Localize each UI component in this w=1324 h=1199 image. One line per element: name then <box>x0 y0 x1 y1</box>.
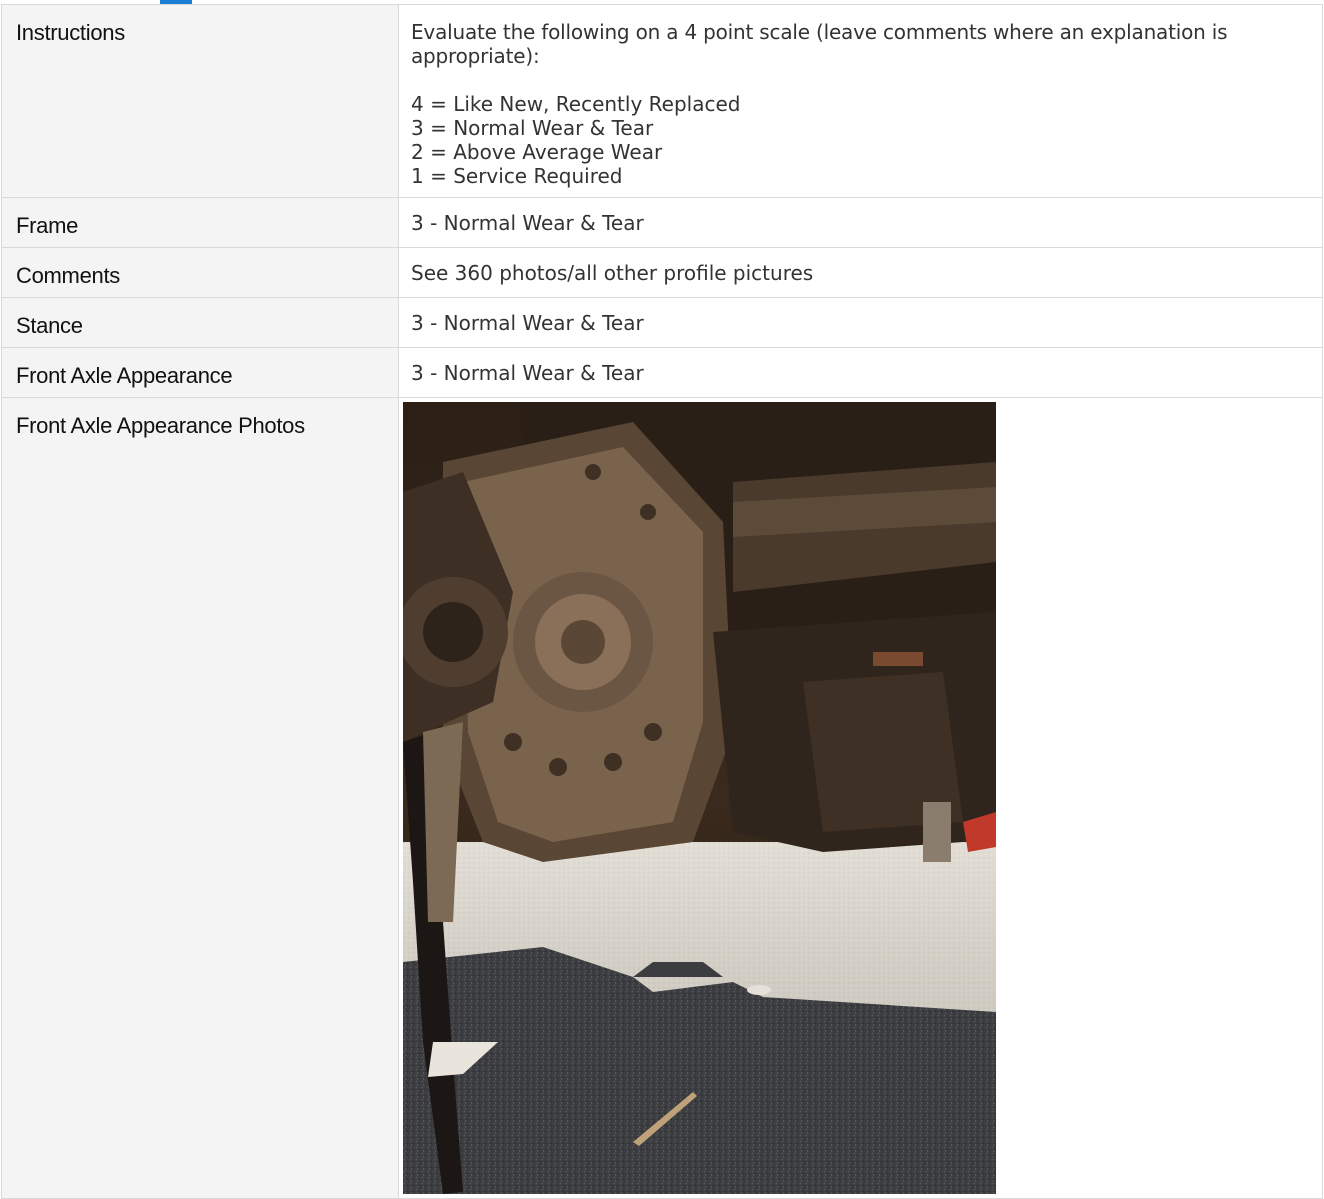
value-cell: 3 - Normal Wear & Tear <box>398 297 1323 348</box>
row-value-comments: See 360 photos/all other profile picture… <box>411 261 814 285</box>
label-cell: Stance <box>1 297 399 348</box>
table-row-front-axle-appearance: Front Axle Appearance 3 - Normal Wear & … <box>1 347 1323 398</box>
value-cell: See 360 photos/all other profile picture… <box>398 247 1323 298</box>
value-cell: 3 - Normal Wear & Tear <box>398 197 1323 248</box>
scale-item-4: 4 = Like New, Recently Replaced <box>411 92 741 116</box>
row-value-stance: 3 - Normal Wear & Tear <box>411 311 644 335</box>
table-row-comments: Comments See 360 photos/all other profil… <box>1 247 1323 298</box>
row-label-instructions: Instructions <box>16 20 125 45</box>
value-cell: Evaluate the following on a 4 point scal… <box>398 4 1323 198</box>
value-cell <box>398 397 1323 1199</box>
row-label-frame: Frame <box>16 213 79 238</box>
scale-item-1: 1 = Service Required <box>411 164 623 188</box>
row-label-stance: Stance <box>16 313 83 338</box>
inspection-table: Instructions Evaluate the following on a… <box>1 4 1323 1199</box>
table-row-stance: Stance 3 - Normal Wear & Tear <box>1 297 1323 348</box>
front-axle-photo-image <box>403 402 996 1194</box>
label-cell: Front Axle Appearance Photos <box>1 397 399 1199</box>
row-value-front-axle-appearance: 3 - Normal Wear & Tear <box>411 361 644 385</box>
table-row-frame: Frame 3 - Normal Wear & Tear <box>1 197 1323 248</box>
row-value-frame: 3 - Normal Wear & Tear <box>411 211 644 235</box>
value-cell: 3 - Normal Wear & Tear <box>398 347 1323 398</box>
front-axle-photo[interactable] <box>403 402 996 1194</box>
table-row-front-axle-photos: Front Axle Appearance Photos <box>1 397 1323 1199</box>
table-row-instructions: Instructions Evaluate the following on a… <box>1 4 1323 198</box>
label-cell: Instructions <box>1 4 399 198</box>
rating-scale-list: 4 = Like New, Recently Replaced 3 = Norm… <box>399 92 1322 188</box>
scale-item-3: 3 = Normal Wear & Tear <box>411 116 654 140</box>
row-label-comments: Comments <box>16 263 120 288</box>
row-label-front-axle-appearance: Front Axle Appearance <box>16 363 233 388</box>
scale-item-2: 2 = Above Average Wear <box>411 140 663 164</box>
instructions-intro-text: Evaluate the following on a 4 point scal… <box>411 20 1228 68</box>
row-label-front-axle-photos: Front Axle Appearance Photos <box>16 413 305 438</box>
label-cell: Comments <box>1 247 399 298</box>
label-cell: Frame <box>1 197 399 248</box>
label-cell: Front Axle Appearance <box>1 347 399 398</box>
